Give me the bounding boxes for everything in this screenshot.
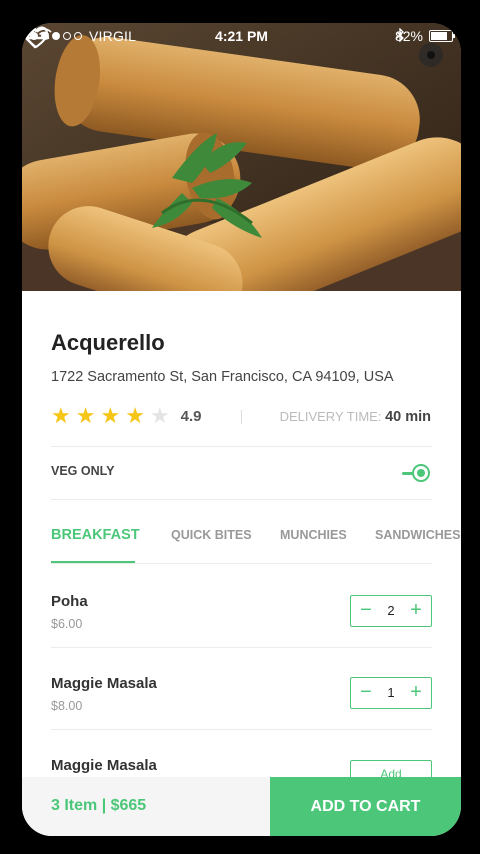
restaurant-address: 1722 Sacramento St, San Francisco, CA 94… [51,369,394,385]
delivery-time: DELIVERY TIME: 40 min [280,409,431,425]
menu-item-name: Maggie Masala [51,757,157,774]
quantity-value: 1 [387,685,395,700]
rating: ★ ★ ★ ★ ★ 4.9 [51,405,202,427]
divider [51,446,432,447]
heart-icon[interactable] [22,23,50,51]
category-tabs: BREAKFAST QUICK BITES MUNCHIES SANDWICHE… [51,527,461,564]
star-icon: ★ [75,403,96,428]
plus-icon[interactable]: + [403,596,429,626]
star-icon: ★ [125,403,145,428]
battery-icon [429,30,455,42]
status-bar: VIRGIL 4:21 PM 82% [22,23,461,51]
app-screen: VIRGIL 4:21 PM 82% Acquerello 1722 Sacra… [22,23,461,836]
rating-value: 4.9 [180,407,202,425]
divider [51,563,432,564]
spring-rolls-photo [22,23,461,291]
status-right: 82% [395,28,455,44]
tab-munchies[interactable]: MUNCHIES [280,528,347,542]
divider [51,499,432,500]
divider [51,647,432,648]
quantity-value: 2 [387,603,395,618]
quantity-stepper: − 2 + [350,595,432,627]
delivery-time-label: DELIVERY TIME: [279,409,382,424]
bluetooth-icon [396,28,404,42]
veg-only-toggle[interactable] [402,463,434,483]
tab-quick-bites[interactable]: QUICK BITES [171,528,252,542]
cart-footer: 3 Item | $665 ADD TO CART [22,777,461,836]
quantity-stepper: − 1 + [350,677,432,709]
delivery-time-value: 40 min [385,409,431,425]
restaurant-name: Acquerello [51,330,165,355]
hero-food-image: VIRGIL 4:21 PM 82% [22,23,461,291]
veg-only-label: VEG ONLY [51,464,115,478]
minus-icon[interactable]: − [353,596,379,626]
tab-sandwiches[interactable]: SANDWICHES [375,528,460,542]
minus-icon[interactable]: − [353,678,379,708]
menu-item-price: $6.00 [51,617,83,631]
menu-item-name: Maggie Masala [51,675,157,692]
menu-item-price: $8.00 [51,699,83,713]
plus-icon[interactable]: + [403,678,429,708]
menu-item-name: Poha [51,593,88,610]
cart-summary: 3 Item | $665 [22,777,270,836]
add-to-cart-button[interactable]: ADD TO CART [270,777,461,836]
camera-icon [419,43,443,67]
star-icon: ★ [51,403,71,428]
divider [241,410,242,424]
divider [51,729,432,730]
cart-summary-text: 3 Item | $665 [51,797,147,814]
star-icon: ★ [100,403,121,428]
star-icon: ★ [149,403,170,428]
tab-breakfast[interactable]: BREAKFAST [51,527,140,543]
